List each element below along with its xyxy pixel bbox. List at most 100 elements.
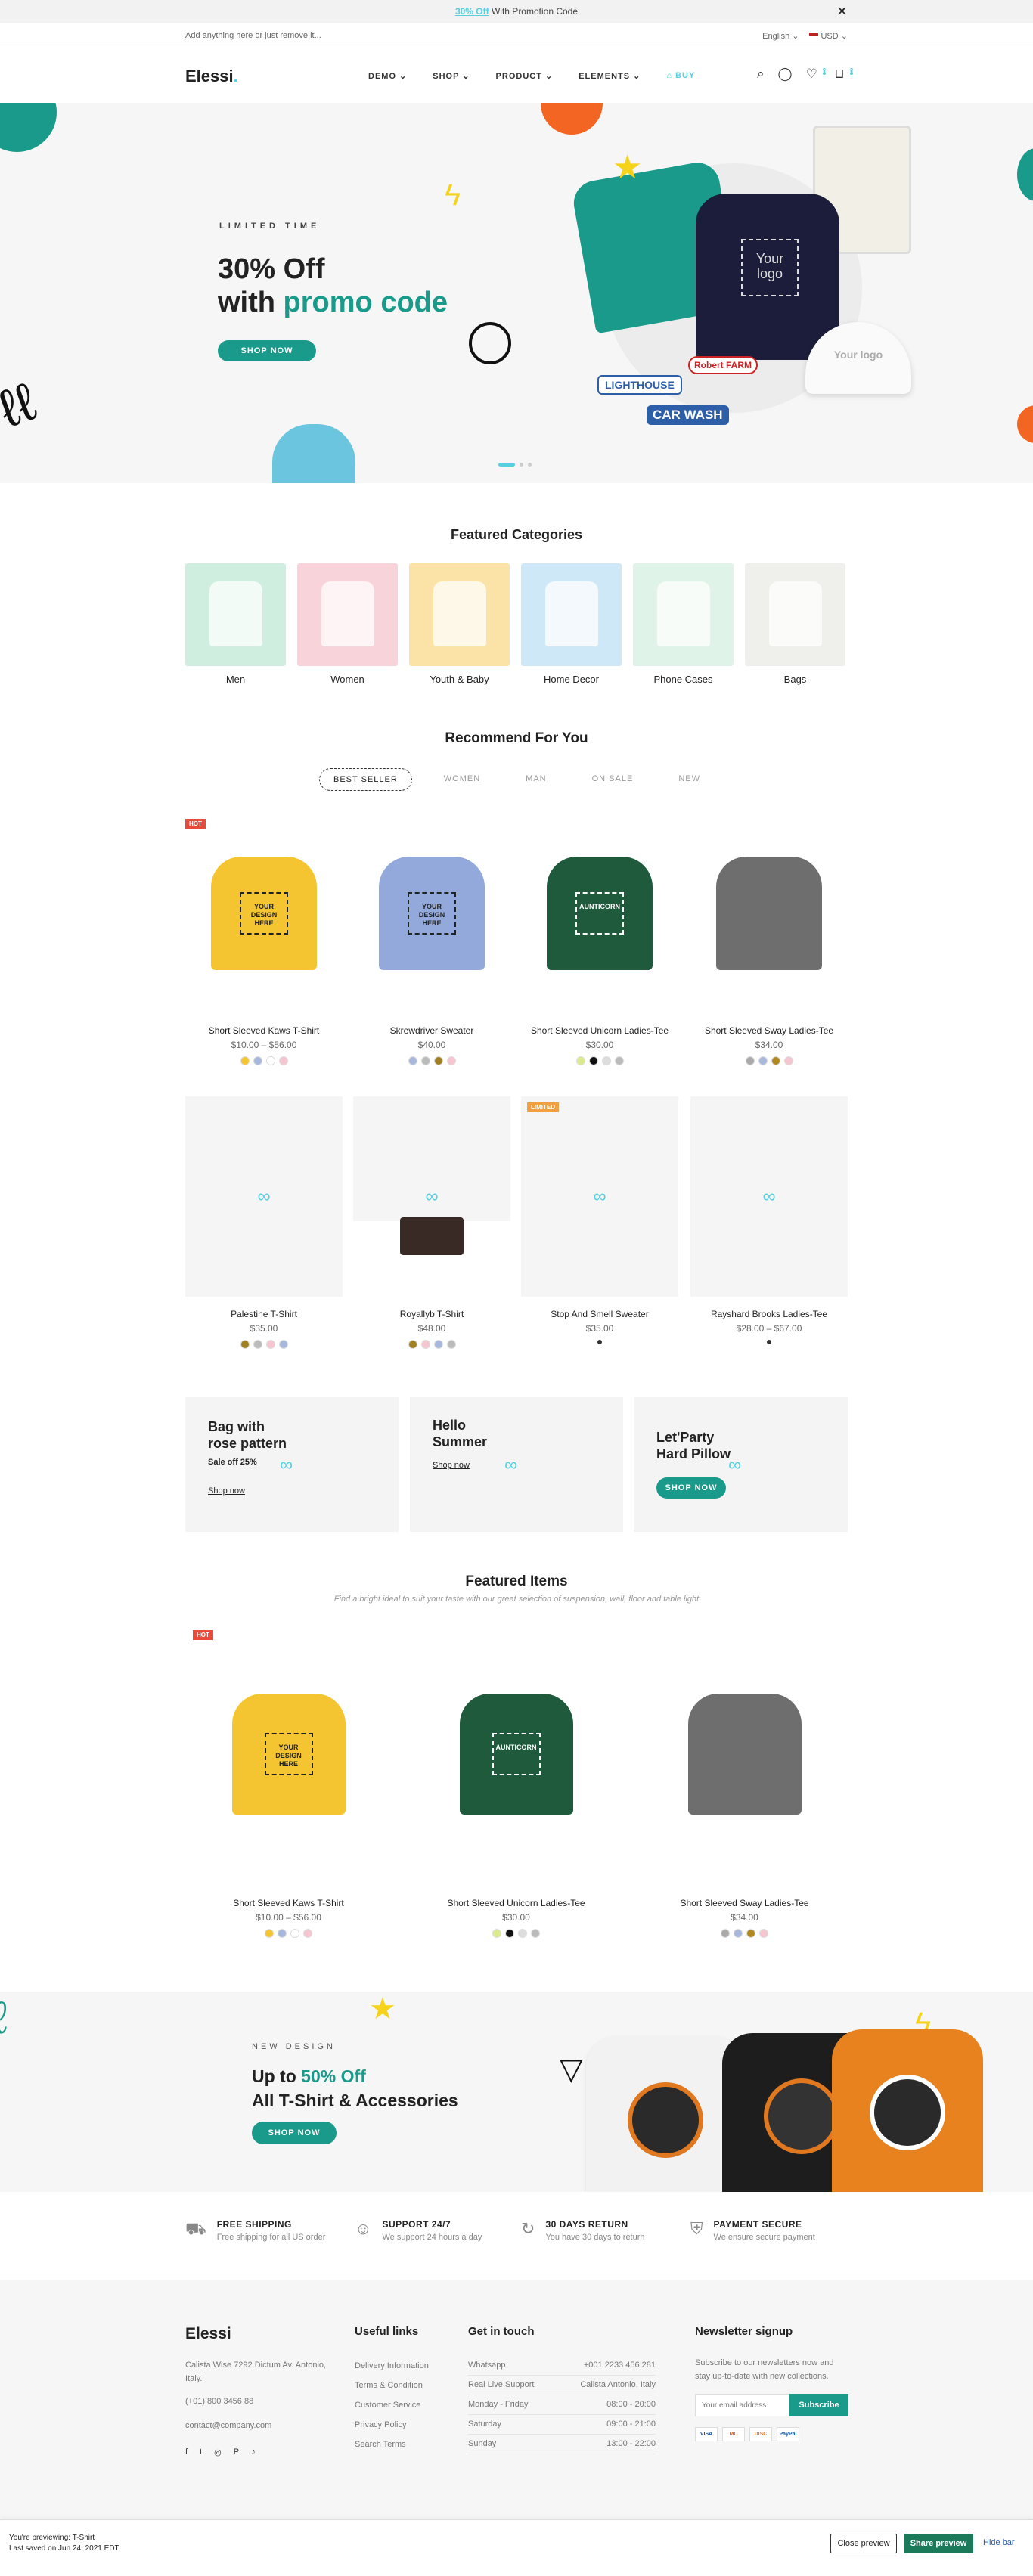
subscribe-button[interactable]: Subscribe [789,2394,848,2416]
tab-new[interactable]: NEW [665,768,714,791]
product-name[interactable]: Short Sleeved Sway Ladies-Tee [690,1025,848,1036]
currency-selector[interactable]: USD ⌄ [809,31,848,41]
slide-dot[interactable] [528,463,532,467]
newsletter-email-input[interactable] [695,2394,789,2416]
wishlist-icon[interactable]: ♡ 0 [806,67,827,82]
footer-link[interactable]: Privacy Policy [355,2415,429,2435]
product-name[interactable]: Royallyb T-Shirt [353,1309,510,1319]
color-swatch[interactable] [597,1340,602,1344]
promo-link[interactable]: 30% Off [455,6,489,17]
language-selector[interactable]: English ⌄ [762,31,799,41]
instagram-icon[interactable]: ◎ [214,2447,222,2457]
color-swatch[interactable] [614,1056,624,1065]
color-swatch[interactable] [240,1056,250,1065]
product-image[interactable]: ∞ [353,1096,510,1297]
product-image[interactable]: YOUR DESIGN HERE [353,813,510,1013]
tab-women[interactable]: WOMEN [430,768,494,791]
category-card[interactable]: Bags [745,563,845,685]
nav-demo[interactable]: DEMO ⌄ [368,71,407,81]
banner-summer[interactable]: Hello Summer Shop now ∞ [410,1397,623,1532]
account-icon[interactable]: ◯ [778,67,793,82]
footer-logo[interactable]: Elessi [185,2325,337,2343]
facebook-icon[interactable]: f [185,2447,188,2457]
color-swatch[interactable] [408,1056,417,1065]
category-image[interactable] [409,563,510,666]
product-image[interactable]: AUNTICORN [521,813,678,1013]
tiktok-icon[interactable]: ♪ [251,2447,256,2457]
color-swatch[interactable] [745,1056,755,1065]
color-swatch[interactable] [278,1929,287,1938]
color-swatch[interactable] [290,1929,299,1938]
featured-product-image[interactable]: YOUR DESIGN HERE HOT [185,1626,392,1883]
site-logo[interactable]: Elessi. [185,67,238,86]
color-swatch[interactable] [433,1056,443,1065]
category-card[interactable]: Home Decor [521,563,622,685]
color-swatch[interactable] [575,1056,585,1065]
slide-dot[interactable] [498,463,515,467]
category-image[interactable] [633,563,734,666]
category-card[interactable]: Women [297,563,398,685]
tab-best-seller[interactable]: BEST SELLER [319,768,412,791]
color-swatch[interactable] [505,1929,514,1938]
category-image[interactable] [521,563,622,666]
product-card[interactable]: AUNTICORN Short Sleeved Unicorn Ladies-Te… [521,813,678,1065]
product-name[interactable]: Short Sleeved Kaws T-Shirt [185,1025,343,1036]
color-swatch[interactable] [278,1340,288,1349]
close-icon[interactable]: ✕ [836,0,848,23]
footer-email[interactable]: contact@company.com [185,2416,337,2435]
product-name[interactable]: Palestine T-Shirt [185,1309,343,1319]
product-name[interactable]: Rayshard Brooks Ladies-Tee [690,1309,848,1319]
footer-link[interactable]: Delivery Information [355,2356,429,2376]
featured-product-image[interactable] [641,1626,848,1883]
product-name[interactable]: Short Sleeved Kaws T-Shirt [185,1898,392,1908]
slide-dot[interactable] [520,463,523,467]
color-swatch[interactable] [265,1929,274,1938]
color-swatch[interactable] [767,1340,771,1344]
category-image[interactable] [297,563,398,666]
footer-link[interactable]: Search Terms [355,2435,429,2454]
tab-man[interactable]: MAN [512,768,560,791]
search-icon[interactable]: ⌕ [757,67,765,82]
hero-shop-now-button[interactable]: SHOP NOW [218,340,316,361]
product-name[interactable]: Short Sleeved Unicorn Ladies-Tee [413,1898,619,1908]
product-name[interactable]: Short Sleeved Unicorn Ladies-Tee [521,1025,678,1036]
banner-bag[interactable]: Bag with rose pattern Sale off 25% Shop n… [185,1397,399,1532]
product-card[interactable]: ∞ LIMITED Stop And Smell Sweater $35.00 [521,1096,678,1344]
product-image[interactable] [690,813,848,1013]
color-swatch[interactable] [783,1056,793,1065]
color-swatch[interactable] [492,1929,501,1938]
featured-product-card[interactable]: Short Sleeved Sway Ladies-Tee $34.00 [641,1626,848,1938]
product-card[interactable]: YOUR DESIGN HERE Skrewdriver Sweater $40.0… [353,813,510,1065]
color-swatch[interactable] [433,1340,443,1349]
color-swatch[interactable] [446,1340,456,1349]
pinterest-icon[interactable]: P [234,2447,239,2457]
banner-shop-link[interactable]: Shop now [433,1461,470,1470]
promo-shop-now-button[interactable]: SHOP NOW [252,2122,337,2144]
featured-product-card[interactable]: AUNTICORN Short Sleeved Unicorn Ladies-Te… [413,1626,619,1938]
hide-bar-link[interactable]: Hide bar [983,2538,1015,2547]
category-card[interactable]: Youth & Baby [409,563,510,685]
product-image[interactable]: ∞ [185,1096,343,1297]
product-name[interactable]: Skrewdriver Sweater [353,1025,510,1036]
banner-shop-now-button[interactable]: SHOP NOW [656,1477,726,1499]
color-swatch[interactable] [759,1929,768,1938]
color-swatch[interactable] [518,1929,527,1938]
category-card[interactable]: Phone Cases [633,563,734,685]
footer-link[interactable]: Terms & Condition [355,2376,429,2395]
color-swatch[interactable] [253,1056,262,1065]
color-swatch[interactable] [303,1929,312,1938]
color-swatch[interactable] [420,1056,430,1065]
nav-elements[interactable]: ELEMENTS ⌄ [579,71,641,81]
color-swatch[interactable] [771,1056,780,1065]
product-card[interactable]: Short Sleeved Sway Ladies-Tee $34.00 [690,813,848,1065]
nav-shop[interactable]: SHOP ⌄ [433,71,470,81]
nav-product[interactable]: PRODUCT ⌄ [496,71,554,81]
color-swatch[interactable] [531,1929,540,1938]
product-name[interactable]: Short Sleeved Sway Ladies-Tee [641,1898,848,1908]
color-swatch[interactable] [758,1056,768,1065]
footer-link[interactable]: Customer Service [355,2395,429,2415]
color-swatch[interactable] [265,1340,275,1349]
color-swatch[interactable] [734,1929,743,1938]
color-swatch[interactable] [278,1056,288,1065]
color-swatch[interactable] [721,1929,730,1938]
